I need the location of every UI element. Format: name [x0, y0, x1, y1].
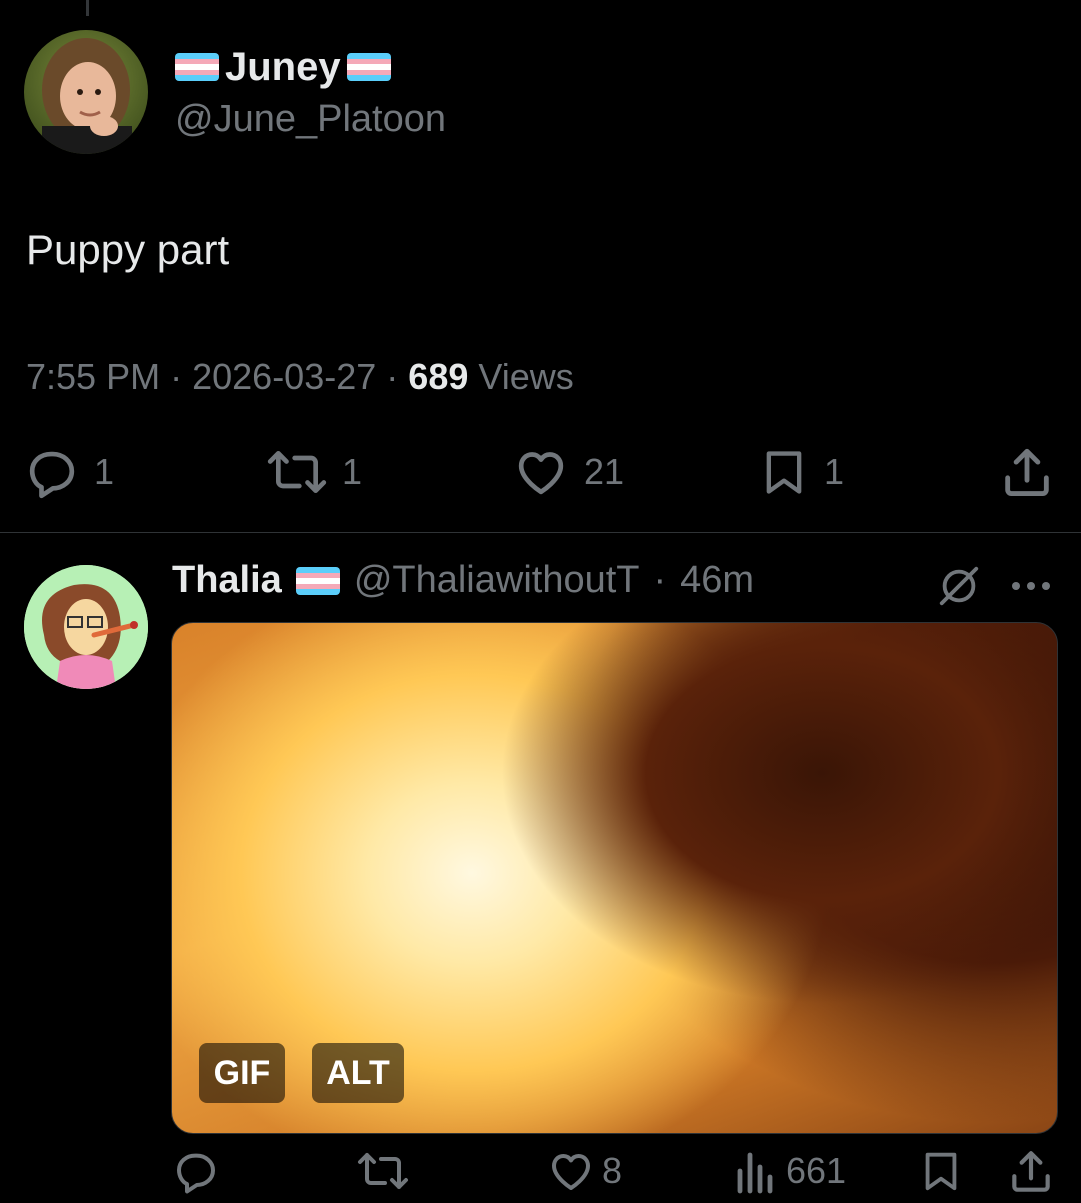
tweet-text: Puppy part — [26, 226, 230, 273]
retweet-icon — [267, 451, 327, 493]
grok-icon[interactable] — [936, 563, 982, 614]
bookmark-icon — [925, 1152, 957, 1191]
heart-icon — [552, 1154, 590, 1190]
separator: · — [653, 559, 667, 601]
like-button[interactable]: 8 — [546, 1147, 622, 1195]
handle[interactable]: @June_Platoon — [175, 98, 446, 141]
retweet-button[interactable]: 1 — [266, 444, 362, 500]
bookmark-count: 1 — [824, 451, 845, 492]
reply-icon — [29, 451, 75, 499]
retweet-icon — [358, 1153, 408, 1189]
display-name[interactable]: Juney — [225, 45, 341, 90]
analytics-icon — [737, 1152, 773, 1194]
share-icon — [1005, 448, 1049, 496]
main-tweet: Juney @June_Platoon Puppy part 7:55 PM ·… — [0, 0, 1081, 533]
retweet-count: 1 — [342, 451, 363, 492]
action-bar: 8 661 — [0, 1147, 1081, 1203]
like-button[interactable]: 21 — [512, 444, 624, 500]
reply-button[interactable]: 1 — [24, 444, 114, 500]
share-icon — [1012, 1151, 1050, 1192]
bookmark-button[interactable]: 1 — [758, 444, 844, 500]
separator: · — [170, 356, 183, 397]
trans-flag-icon — [295, 566, 340, 595]
trans-flag-icon — [175, 53, 219, 81]
tweet-time[interactable]: 7:55 PM — [26, 356, 160, 397]
like-count: 8 — [602, 1150, 623, 1191]
heart-icon — [518, 452, 564, 495]
alt-badge[interactable]: ALT — [312, 1043, 404, 1103]
avatar[interactable] — [24, 565, 148, 689]
views-button[interactable]: 661 — [736, 1147, 846, 1195]
avatar[interactable] — [24, 30, 148, 154]
reply-count: 1 — [94, 451, 115, 492]
handle[interactable]: @ThaliawithoutT — [354, 559, 640, 602]
gif-image — [502, 623, 1057, 1043]
views-label: Views — [478, 356, 574, 397]
like-count: 21 — [584, 451, 625, 492]
reply-tweet[interactable]: Thalia @ThaliawithoutT · 46m GIF ALT 8 6… — [0, 533, 1081, 1200]
bookmark-icon — [766, 451, 802, 494]
trans-flag-icon — [346, 53, 391, 81]
reply-icon — [177, 1153, 215, 1194]
action-bar: 1 1 21 1 — [0, 444, 1081, 504]
display-name[interactable]: Thalia — [172, 559, 282, 602]
more-icon[interactable] — [1010, 579, 1052, 597]
separator: · — [386, 356, 399, 397]
views-count[interactable]: 689 — [408, 356, 468, 397]
retweet-button[interactable] — [356, 1147, 410, 1195]
share-button[interactable] — [998, 444, 1056, 502]
reply-button[interactable] — [172, 1147, 220, 1195]
bookmark-button[interactable] — [918, 1147, 964, 1195]
tweet-meta: 7:55 PM · 2026-03-27 · 689 Views — [26, 356, 574, 398]
tweet-date[interactable]: 2026-03-27 — [192, 356, 376, 397]
gif-media[interactable]: GIF ALT — [171, 622, 1058, 1134]
views-count: 661 — [786, 1150, 847, 1191]
tweet-time[interactable]: 46m — [680, 559, 754, 602]
share-button[interactable] — [1006, 1147, 1056, 1197]
gif-badge[interactable]: GIF — [199, 1043, 285, 1103]
